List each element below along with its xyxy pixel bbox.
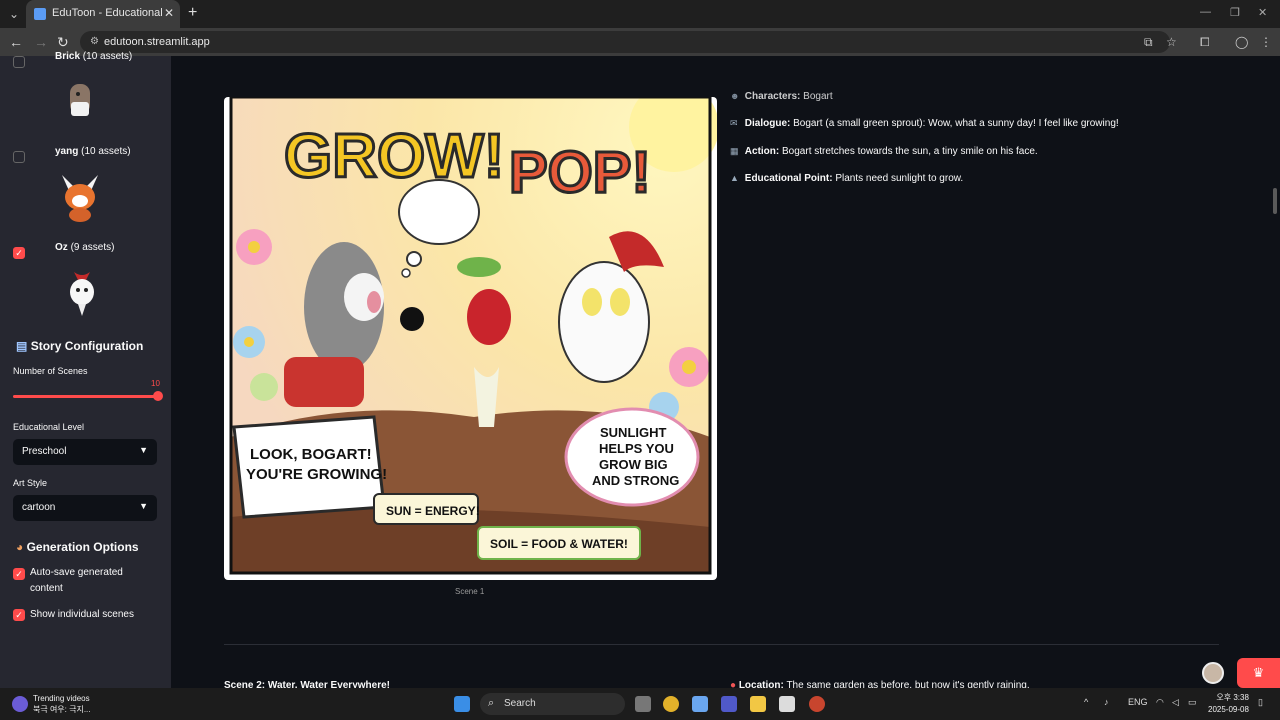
num-scenes-value: 10 — [151, 379, 160, 388]
browser-tab-strip: ⌄ EduToon - Educational Webtoon ✕ + — ❐ … — [0, 0, 1280, 28]
chrome-icon[interactable] — [663, 696, 679, 712]
character-checkbox-brick[interactable] — [13, 56, 25, 68]
num-scenes-label: Number of Scenes — [13, 366, 88, 376]
scene-1-dialogue: ✉ Dialogue: Bogart (a small green sprout… — [730, 118, 1119, 129]
site-info-icon[interactable]: ⚙ — [90, 36, 99, 47]
character-label-oz: Oz (9 assets) — [55, 242, 115, 253]
svg-text:GROW BIG: GROW BIG — [599, 457, 668, 472]
snipping-tool-icon[interactable] — [779, 696, 795, 712]
tab-search-button[interactable]: ⌄ — [4, 4, 24, 24]
back-icon[interactable]: ← — [9, 34, 23, 50]
scene-1-action: ▦ Action: Bogart stretches towards the s… — [730, 146, 1038, 157]
browser-tab-edutoon[interactable]: EduToon - Educational Webtoon ✕ — [26, 0, 180, 28]
close-window-button[interactable]: ✕ — [1258, 6, 1267, 19]
task-view-icon[interactable] — [635, 696, 651, 712]
teams-icon[interactable] — [721, 696, 737, 712]
clock[interactable]: 오후 3:38 2025-09-08 — [1208, 692, 1249, 716]
powerpoint-icon[interactable] — [809, 696, 825, 712]
comic-label-sun: SUN = ENERGY! — [386, 504, 480, 518]
character-label-yang: yang (10 assets) — [55, 146, 131, 157]
show-scenes-label: Show individual scenes — [30, 609, 134, 620]
battery-icon[interactable]: ▭ — [1188, 697, 1197, 708]
user-avatar[interactable] — [1202, 662, 1224, 684]
comic-label-soil: SOIL = FOOD & WATER! — [490, 537, 628, 551]
chevron-down-icon: ▼ — [139, 445, 148, 455]
story-config-heading: ▤ Story Configuration — [16, 339, 144, 353]
close-tab-icon[interactable]: ✕ — [164, 6, 174, 20]
characters-icon: ☻ — [730, 91, 740, 101]
copilot-icon[interactable] — [692, 696, 708, 712]
edu-level-label: Educational Level — [13, 422, 85, 432]
autosave-checkbox[interactable]: ✓ — [13, 568, 25, 580]
tray-overflow-icon[interactable]: ^ — [1084, 697, 1088, 707]
art-style-select[interactable]: cartoon ▼ — [13, 495, 157, 521]
wifi-icon[interactable]: ◠ — [1156, 697, 1164, 708]
palette-icon: ◕ — [16, 540, 24, 554]
speech-bubble-icon: ✉ — [730, 118, 738, 128]
search-icon: ⌕ — [488, 697, 495, 709]
clapperboard-icon: ▦ — [730, 146, 739, 156]
forward-icon[interactable]: → — [34, 34, 48, 50]
microphone-icon[interactable]: ♪ — [1104, 697, 1109, 707]
reload-icon[interactable]: ↻ — [57, 34, 69, 51]
svg-text:YOU'RE GROWING!: YOU'RE GROWING! — [246, 466, 387, 483]
tab-title: EduToon - Educational Webtoon — [52, 7, 162, 19]
svg-text:LOOK, BOGART!: LOOK, BOGART! — [250, 446, 372, 463]
character-avatar-oz — [70, 272, 94, 316]
extensions-icon[interactable]: ⧠ — [1200, 35, 1210, 50]
comic-title-grow: GROW! — [284, 122, 504, 191]
install-app-icon[interactable]: ⧉ — [1144, 35, 1153, 50]
maximize-button[interactable]: ❐ — [1230, 6, 1240, 19]
scene-1-caption: Scene 1 — [455, 587, 485, 596]
profile-icon[interactable]: ◯ — [1235, 35, 1248, 49]
chevron-down-icon: ▼ — [139, 501, 148, 511]
file-explorer-icon[interactable] — [750, 696, 766, 712]
language-indicator[interactable]: ENG — [1128, 697, 1148, 707]
num-scenes-slider-track[interactable] — [13, 395, 158, 398]
autosave-label: Auto-save generated content — [30, 567, 123, 594]
character-label-brick: Brick (10 assets) — [55, 51, 133, 62]
bookmark-star-icon[interactable]: ☆ — [1166, 35, 1177, 49]
art-style-label: Art Style — [13, 478, 48, 488]
scene-1-comic-image: GROW! POP! LOOK, BOGART! YOU'RE GROWING!… — [224, 97, 717, 580]
volume-icon[interactable]: ◁ — [1172, 697, 1179, 708]
scene-1-edu-point: ▲ Educational Point: Plants need sunligh… — [730, 173, 964, 184]
svg-text:HELPS YOU: HELPS YOU — [599, 441, 674, 456]
address-bar: ← → ↻ ⚙ edutoon.streamlit.app ⧉ ☆ ⧠ ◯ ⋮ — [0, 28, 1280, 56]
menu-kebab-icon[interactable]: ⋮ — [1260, 35, 1272, 49]
svg-text:AND STRONG: AND STRONG — [592, 473, 679, 488]
minimize-button[interactable]: — — [1200, 6, 1211, 18]
svg-text:SUNLIGHT: SUNLIGHT — [600, 425, 667, 440]
taskbar-search[interactable]: ⌕ Search — [480, 693, 625, 715]
comic-title-pop: POP! — [509, 140, 651, 205]
section-divider — [224, 644, 1219, 645]
gen-options-heading: ◕ Generation Options — [16, 540, 139, 554]
url-text: edutoon.streamlit.app — [104, 36, 210, 48]
graduation-cap-icon: ▲ — [730, 173, 739, 183]
widgets-icon[interactable] — [12, 696, 28, 712]
art-style-value: cartoon — [22, 502, 56, 513]
character-checkbox-oz[interactable]: ✓ — [13, 247, 25, 259]
notifications-icon[interactable]: ▯ — [1258, 697, 1263, 708]
edu-level-select[interactable]: Preschool ▼ — [13, 439, 157, 465]
scene-1-characters: ☻ Characters: Bogart — [730, 91, 833, 102]
windows-start-icon[interactable] — [454, 696, 470, 712]
page-scrollbar[interactable] — [1273, 188, 1277, 214]
num-scenes-slider-thumb[interactable] — [153, 391, 163, 401]
edu-level-value: Preschool — [22, 446, 67, 457]
sidebar: Brick (10 assets) yang (10 assets) ✓ Oz … — [0, 51, 171, 688]
url-field[interactable]: ⚙ edutoon.streamlit.app — [80, 31, 1170, 53]
character-checkbox-yang[interactable] — [13, 151, 25, 163]
new-tab-button[interactable]: + — [188, 4, 197, 22]
book-icon: ▤ — [16, 339, 28, 353]
windows-taskbar: Trending videos 북극 여우: 극지... ⌕ Search ^ … — [0, 688, 1280, 720]
favicon-icon — [34, 8, 46, 20]
streamlit-crown-button[interactable]: ♛ — [1237, 658, 1280, 688]
character-avatar-brick — [70, 84, 90, 116]
show-scenes-checkbox[interactable]: ✓ — [13, 609, 25, 621]
trending-widget[interactable]: Trending videos 북극 여우: 극지... — [33, 693, 91, 715]
character-avatar-yang — [62, 175, 98, 222]
